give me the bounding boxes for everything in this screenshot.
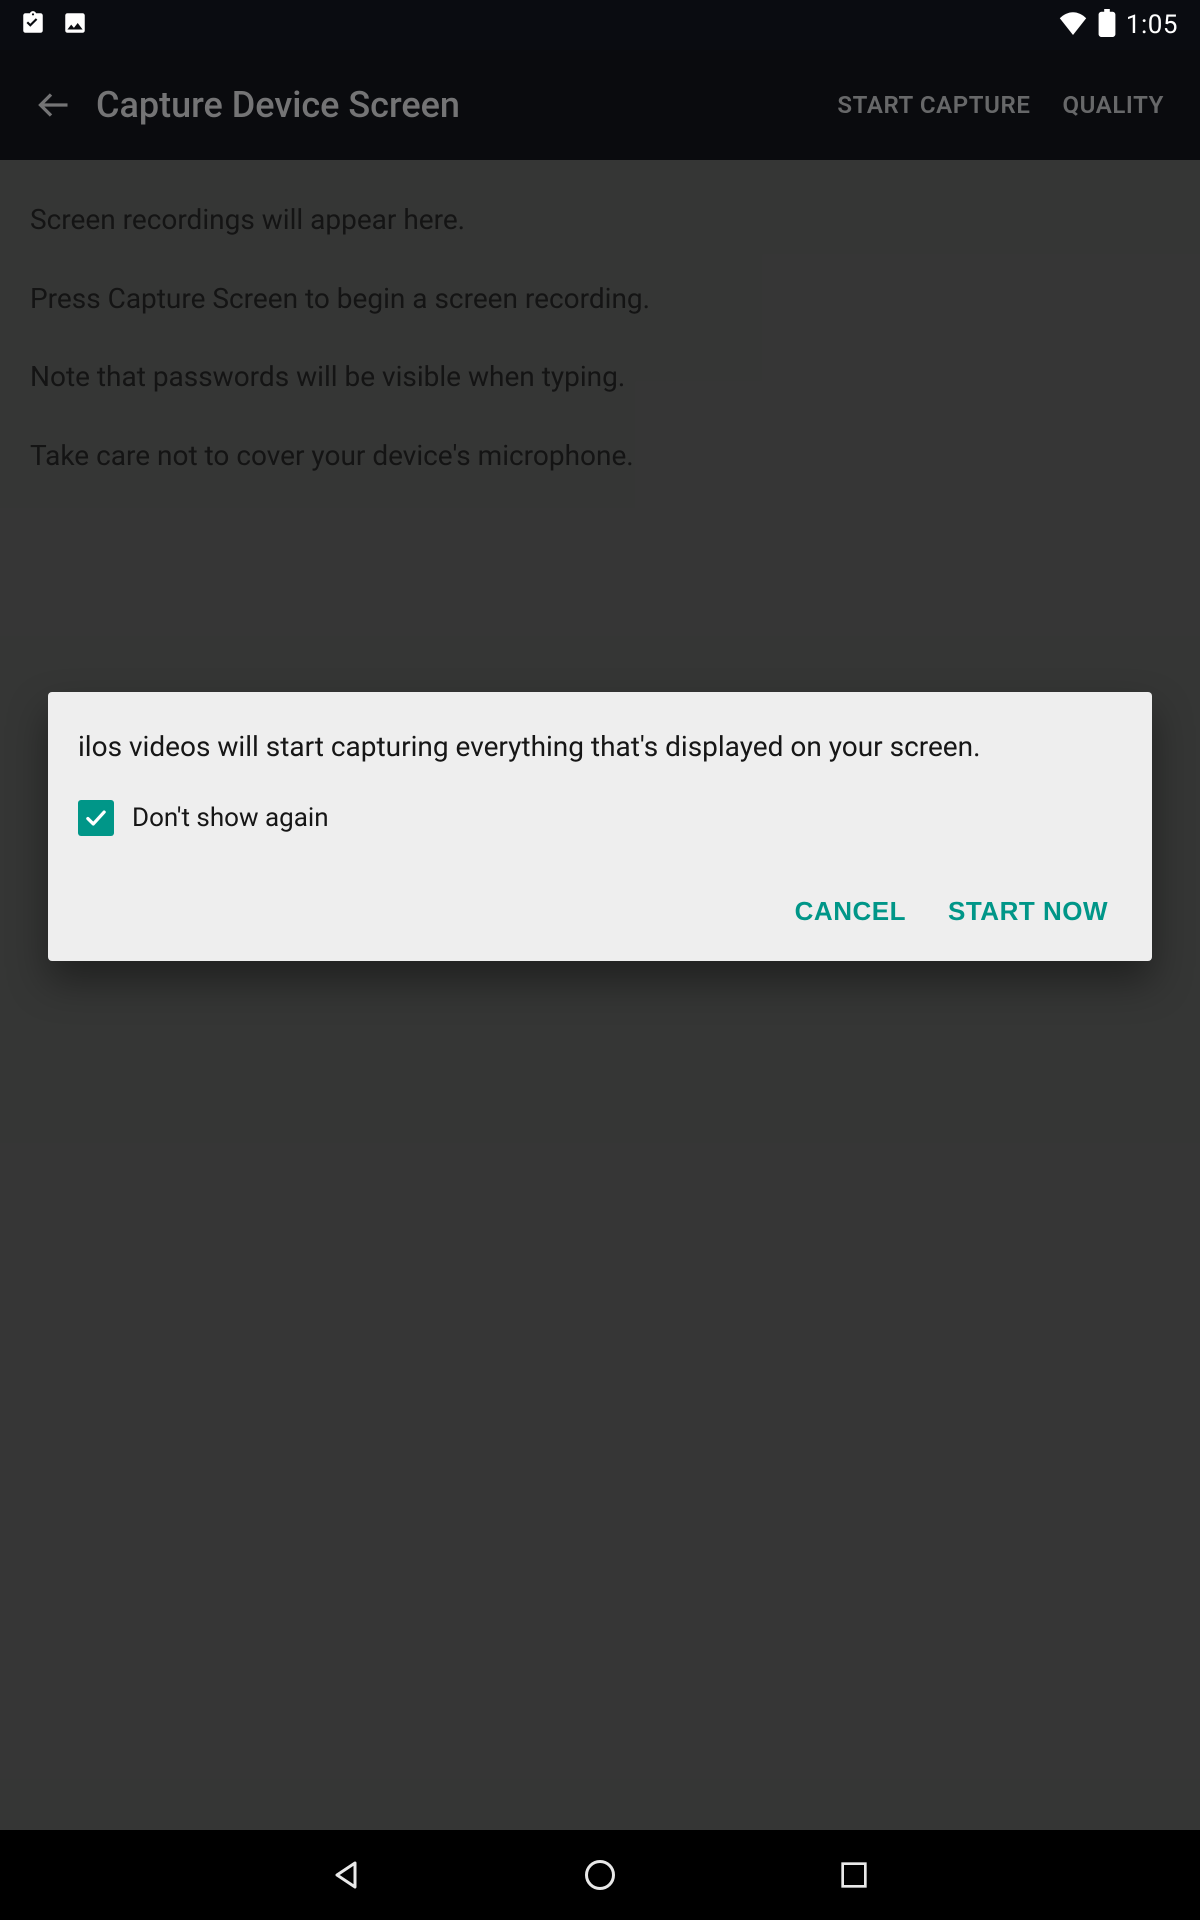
device-screen: 1:05 Capture Device Screen START CAPTURE… [0, 0, 1200, 1920]
assignment-done-icon [20, 10, 46, 40]
nav-back-button[interactable] [324, 1853, 368, 1897]
dialog-actions: CANCEL START NOW [78, 896, 1122, 937]
circle-home-icon [582, 1857, 618, 1893]
start-now-button[interactable]: START NOW [948, 896, 1108, 927]
wifi-icon [1058, 11, 1088, 39]
triangle-back-icon [328, 1857, 364, 1893]
nav-home-button[interactable] [578, 1853, 622, 1897]
dont-show-again-row[interactable]: Don't show again [78, 800, 1122, 836]
battery-icon [1098, 9, 1116, 41]
dialog-message: ilos videos will start capturing everyth… [78, 728, 1122, 766]
image-icon [62, 10, 88, 40]
dont-show-again-label: Don't show again [132, 803, 329, 833]
square-recent-icon [838, 1859, 870, 1891]
status-bar: 1:05 [0, 0, 1200, 50]
status-clock: 1:05 [1126, 10, 1178, 40]
check-icon [83, 805, 109, 831]
capture-permission-dialog: ilos videos will start capturing everyth… [48, 692, 1152, 961]
status-left [20, 10, 88, 40]
dont-show-again-checkbox[interactable] [78, 800, 114, 836]
cancel-button[interactable]: CANCEL [795, 896, 906, 927]
nav-recent-button[interactable] [832, 1853, 876, 1897]
status-right: 1:05 [1058, 9, 1178, 41]
navigation-bar [0, 1830, 1200, 1920]
